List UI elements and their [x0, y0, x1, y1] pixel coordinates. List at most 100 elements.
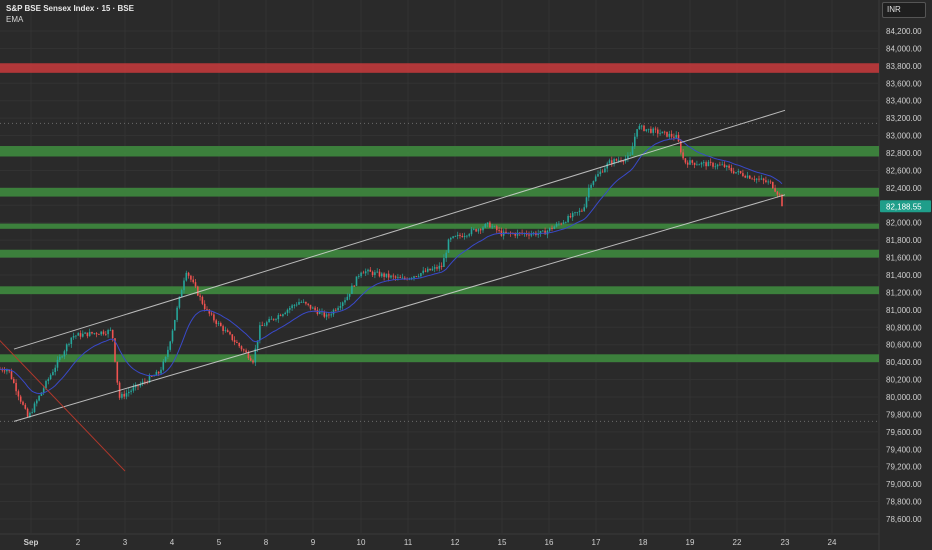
candle-body — [427, 268, 429, 272]
candle-body — [224, 330, 227, 332]
candle-body — [107, 330, 109, 335]
candle-body — [617, 160, 620, 162]
candle-body — [109, 329, 112, 331]
candle-body — [473, 229, 475, 230]
x-tick-label: Sep — [24, 538, 39, 547]
candle-body — [13, 379, 15, 383]
y-tick-label: 83,200.00 — [886, 114, 922, 123]
candle-body — [417, 276, 420, 277]
candle-body — [199, 295, 201, 297]
candle-body — [565, 222, 567, 224]
candle-body — [378, 271, 381, 277]
y-tick-label: 79,800.00 — [886, 410, 922, 419]
y-tick-label: 83,800.00 — [886, 62, 922, 71]
candle-body — [762, 178, 765, 181]
candle-body — [167, 349, 169, 357]
candle-body — [719, 164, 721, 166]
candle — [171, 328, 174, 344]
candle-body — [249, 358, 252, 361]
candle-body — [47, 379, 50, 382]
candle-body — [769, 181, 772, 183]
support-zone — [0, 146, 879, 157]
candle-body — [599, 171, 602, 175]
y-tick-label: 80,800.00 — [886, 323, 922, 332]
candle-body — [187, 272, 190, 276]
candle-body — [68, 344, 70, 345]
chart-title: S&P BSE Sensex Index · 15 · BSE — [6, 4, 134, 13]
candle — [643, 124, 645, 132]
candle-body — [477, 229, 480, 232]
candle-body — [650, 128, 652, 133]
y-tick-label: 79,000.00 — [886, 480, 922, 489]
candle-body — [151, 376, 153, 377]
candle-body — [305, 301, 307, 304]
candle-body — [470, 229, 473, 235]
candle-body — [362, 272, 365, 274]
candle-body — [125, 393, 128, 397]
y-tick-label: 80,000.00 — [886, 393, 922, 402]
candle-body — [647, 128, 650, 130]
candle-body — [548, 227, 551, 231]
candle-body — [560, 223, 562, 225]
candle-body — [604, 168, 606, 173]
candle-body — [443, 258, 445, 267]
y-tick-label: 84,200.00 — [886, 27, 922, 36]
candle-body — [307, 303, 309, 305]
candle-body — [463, 235, 466, 238]
candle-body — [420, 273, 422, 277]
candle-body — [217, 323, 220, 324]
y-tick-label: 80,200.00 — [886, 376, 922, 385]
candle-body — [749, 175, 751, 179]
candle-body — [295, 304, 298, 306]
candle-body — [367, 269, 369, 272]
x-tick-label: 16 — [545, 538, 554, 547]
candle-body — [445, 252, 447, 259]
candle-body — [767, 181, 769, 183]
candle-body — [686, 162, 689, 165]
candle-body — [289, 308, 291, 310]
y-tick-label: 78,600.00 — [886, 515, 922, 524]
candle-body — [622, 161, 625, 163]
candle-body — [233, 340, 236, 342]
candle-body — [162, 361, 165, 370]
candle-body — [755, 178, 758, 180]
candle-body — [38, 395, 40, 401]
y-tick-label: 79,600.00 — [886, 428, 922, 437]
candle-body — [348, 293, 351, 297]
candle — [585, 196, 588, 209]
candle-body — [732, 171, 735, 174]
candle-body — [438, 265, 441, 269]
y-tick-label: 82,400.00 — [886, 184, 922, 193]
candle-body — [111, 329, 114, 339]
price-chart[interactable]: 78,600.00 78,800.00 79,000.00 79,200.00 79,4… — [0, 0, 932, 550]
candle-body — [608, 160, 611, 164]
candle-body — [684, 158, 687, 163]
candle-body — [652, 128, 654, 133]
candle-body — [70, 337, 73, 345]
candle-body — [36, 400, 38, 404]
candle-body — [691, 160, 694, 163]
candle-body — [742, 173, 744, 176]
candle-body — [79, 333, 82, 337]
candle-body — [197, 286, 199, 296]
candle-body — [291, 305, 293, 309]
candle-body — [381, 273, 383, 277]
x-tick-label: 23 — [781, 538, 790, 547]
currency-button[interactable]: INR — [882, 2, 926, 18]
candle-body — [10, 371, 13, 380]
candle-body — [385, 273, 388, 277]
candle-body — [355, 276, 358, 286]
candle-body — [24, 404, 27, 409]
ema-indicator-label[interactable]: EMA — [6, 15, 23, 24]
candle-body — [316, 310, 319, 314]
x-tick-label: 24 — [828, 538, 837, 547]
candle-body — [689, 160, 691, 165]
y-tick-label: 84,000.00 — [886, 44, 922, 53]
candle-body — [601, 171, 604, 173]
candle-body — [45, 381, 47, 389]
candle-body — [544, 230, 546, 235]
candle-body — [627, 155, 629, 159]
candle-body — [174, 319, 176, 331]
candle-body — [19, 396, 22, 402]
candle-body — [192, 279, 194, 283]
